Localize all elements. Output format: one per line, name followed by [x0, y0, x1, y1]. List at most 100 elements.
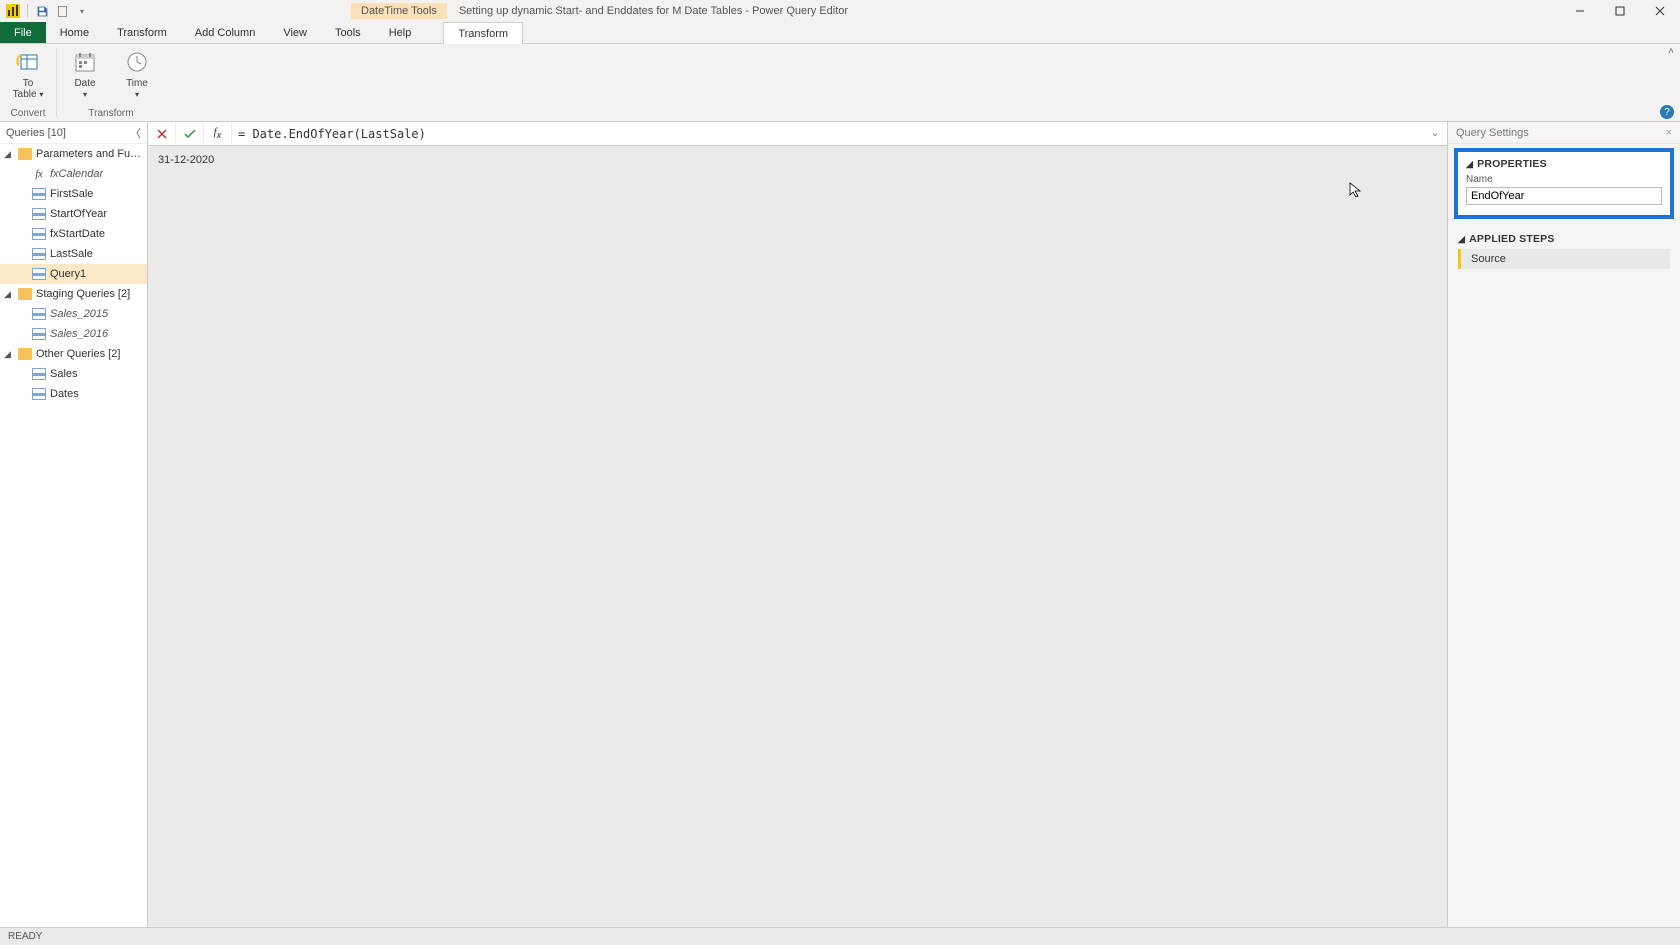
ribbon-collapse-button[interactable]: ˄: [1668, 46, 1674, 57]
table-icon: [32, 188, 46, 200]
save-icon: [36, 5, 49, 18]
query-label: LastSale: [50, 248, 93, 260]
queries-header-label: Queries [10]: [6, 127, 66, 139]
query-settings-header: Query Settings ×: [1448, 122, 1680, 144]
maximize-icon: [1615, 6, 1625, 16]
date-label: Date▾: [74, 78, 95, 100]
applied-steps-title[interactable]: ◢ APPLIED STEPS: [1458, 233, 1670, 245]
close-icon: [1655, 6, 1665, 16]
ribbon-group-transform: Date▾ Time▾ Transform: [57, 44, 165, 121]
query-item[interactable]: LastSale: [0, 244, 147, 264]
queries-group[interactable]: ◢Other Queries [2]: [0, 344, 147, 364]
query-item[interactable]: Sales_2016: [0, 324, 147, 344]
preview-value: 31-12-2020: [158, 154, 214, 166]
tab-tools[interactable]: Tools: [321, 22, 375, 43]
queries-header: Queries [10] 〈: [0, 122, 147, 144]
minimize-icon: [1575, 6, 1585, 16]
table-icon: [32, 268, 46, 280]
tab-transform[interactable]: Transform: [103, 22, 181, 43]
tab-home[interactable]: Home: [46, 22, 103, 43]
ribbon-group-convert-label: Convert: [10, 106, 45, 119]
table-icon: [32, 388, 46, 400]
properties-section: ◢ PROPERTIES Name: [1454, 148, 1674, 219]
ribbon-group-transform-label: Transform: [88, 106, 133, 119]
check-icon: [184, 129, 196, 139]
query-item[interactable]: FirstSale: [0, 184, 147, 204]
main-area: Queries [10] 〈 ◢ Parameters and Fu… fxfxCa…: [0, 122, 1680, 927]
folder-icon: [18, 148, 32, 160]
window-title: Setting up dynamic Start- and Enddates f…: [459, 5, 848, 17]
query-item[interactable]: Sales: [0, 364, 147, 384]
query-settings-close-button[interactable]: ×: [1666, 127, 1672, 139]
fx-icon: fx: [214, 126, 222, 140]
save-button[interactable]: [33, 2, 51, 20]
tab-add-column[interactable]: Add Column: [181, 22, 270, 43]
document-icon: [56, 5, 69, 18]
queries-group[interactable]: ◢ Staging Queries [2]: [0, 284, 147, 304]
window-controls: [1560, 0, 1680, 22]
preview-area: 31-12-2020: [148, 146, 1447, 927]
query-item[interactable]: Sales_2015: [0, 304, 147, 324]
caret-icon: ◢: [1466, 159, 1473, 170]
time-label: Time▾: [126, 78, 148, 100]
to-table-label: To Table ▾: [13, 78, 44, 100]
ribbon-help-button[interactable]: ?: [1660, 105, 1674, 119]
caret-down-icon: ◢: [4, 349, 14, 360]
menu-tabs: File Home Transform Add Column View Tool…: [0, 22, 1680, 44]
ribbon: To Table ▾ Convert Date▾ Time▾ Transform…: [0, 44, 1680, 122]
caret-icon: ◢: [1458, 234, 1465, 245]
table-icon: [32, 308, 46, 320]
titlebar: ▾ DateTime Tools Setting up dynamic Star…: [0, 0, 1680, 22]
qat-dropdown[interactable]: ▾: [73, 2, 91, 20]
tab-help[interactable]: Help: [375, 22, 426, 43]
fx-icon: fx: [32, 168, 46, 180]
tab-transform-context[interactable]: Transform: [443, 22, 523, 44]
folder-icon: [18, 348, 32, 360]
query-label: StartOfYear: [50, 208, 107, 220]
queries-tree[interactable]: ◢ Parameters and Fu… fxfxCalendar FirstSale…: [0, 144, 147, 927]
formula-confirm-button[interactable]: [176, 122, 204, 145]
formula-bar: fx ⌄: [148, 122, 1447, 146]
powerbi-icon: [6, 4, 20, 18]
applied-steps-list: Source: [1458, 249, 1670, 269]
query-name-input[interactable]: [1466, 187, 1662, 205]
query-item[interactable]: Query1: [0, 264, 147, 284]
query-label: FirstSale: [50, 188, 93, 200]
query-item[interactable]: StartOfYear: [0, 204, 147, 224]
to-table-icon: [14, 48, 42, 76]
to-table-button[interactable]: To Table ▾: [6, 48, 50, 100]
caret-down-icon: ◢: [4, 289, 14, 300]
contextual-tab-label: DateTime Tools: [351, 3, 447, 19]
app-icon[interactable]: [4, 2, 22, 20]
formula-cancel-button[interactable]: [148, 122, 176, 145]
tab-file[interactable]: File: [0, 22, 46, 43]
applied-step[interactable]: Source: [1458, 249, 1670, 269]
name-field-label: Name: [1466, 174, 1662, 185]
x-icon: [157, 129, 167, 139]
query-item[interactable]: Dates: [0, 384, 147, 404]
formula-expand-button[interactable]: ⌄: [1423, 128, 1447, 139]
minimize-button[interactable]: [1560, 0, 1600, 22]
group-label: Staging Queries [2]: [36, 288, 130, 300]
query-label: fxStartDate: [50, 228, 105, 240]
query-item[interactable]: fxStartDate: [0, 224, 147, 244]
query-label: Sales_2015: [50, 308, 108, 320]
date-button[interactable]: Date▾: [63, 48, 107, 100]
close-button[interactable]: [1640, 0, 1680, 22]
tab-view[interactable]: View: [269, 22, 321, 43]
qat-extra-button[interactable]: [53, 2, 71, 20]
caret-down-icon: ◢: [4, 149, 14, 160]
maximize-button[interactable]: [1600, 0, 1640, 22]
queries-collapse-button[interactable]: 〈: [130, 125, 141, 141]
group-label: Parameters and Fu…: [36, 148, 141, 160]
time-button[interactable]: Time▾: [115, 48, 159, 100]
query-item[interactable]: fxfxCalendar: [0, 164, 147, 184]
formula-input[interactable]: [232, 127, 1423, 141]
query-label: Dates: [50, 388, 79, 400]
ribbon-group-convert: To Table ▾ Convert: [0, 44, 56, 121]
calendar-icon: [71, 48, 99, 76]
properties-section-title[interactable]: ◢ PROPERTIES: [1466, 158, 1662, 170]
queries-group[interactable]: ◢ Parameters and Fu…: [0, 144, 147, 164]
status-bar: READY: [0, 927, 1680, 945]
query-settings-pane: Query Settings × ◢ PROPERTIES Name ◢ APP…: [1448, 122, 1680, 927]
